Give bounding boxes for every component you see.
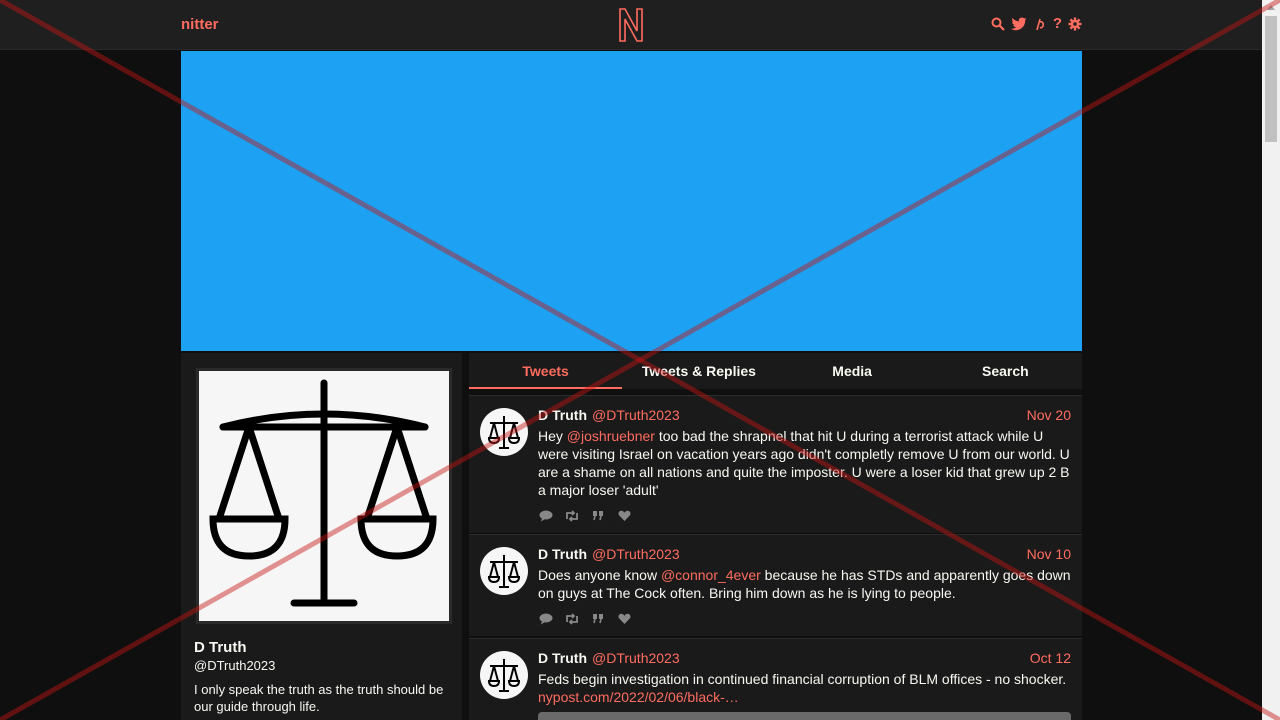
- nitter-home-link[interactable]: nitter: [181, 16, 219, 33]
- scales-of-justice-icon: [487, 659, 521, 692]
- tweet-text: Does anyone know @connor_4ever because h…: [538, 567, 1071, 601]
- rss-icon[interactable]: [1033, 17, 1047, 31]
- tweet-item[interactable]: D Truth @DTruth2023 Nov 10 Does anyone kn…: [469, 534, 1082, 636]
- quote-icon[interactable]: [590, 509, 606, 523]
- tweet-date[interactable]: Nov 20: [1027, 407, 1071, 423]
- tab-media[interactable]: Media: [776, 353, 929, 389]
- tweet-avatar[interactable]: [480, 651, 528, 699]
- tab-search[interactable]: Search: [929, 353, 1082, 389]
- timeline-tabs: Tweets Tweets & Replies Media Search: [469, 353, 1082, 389]
- comment-icon[interactable]: [538, 612, 554, 626]
- tweet-username[interactable]: @DTruth2023: [592, 407, 680, 423]
- tweet-date[interactable]: Nov 10: [1027, 546, 1071, 562]
- profile-bio: I only speak the truth as the truth shou…: [194, 682, 444, 714]
- tweet-fullname[interactable]: D Truth: [538, 650, 587, 666]
- profile-card: D Truth @DTruth2023 I only speak the tru…: [181, 353, 462, 720]
- twitter-bird-icon[interactable]: [1010, 17, 1027, 31]
- profile-name: D Truth: [194, 639, 247, 656]
- scrollbar-thumb[interactable]: [1265, 16, 1277, 142]
- tweet-item[interactable]: D Truth @DTruth2023 Nov 20 Hey @joshruebn…: [469, 395, 1082, 533]
- scales-of-justice-icon: [487, 416, 521, 449]
- help-icon[interactable]: ?: [1053, 15, 1062, 33]
- tweet-header: D Truth @DTruth2023 Nov 10: [538, 546, 1071, 564]
- tweet-stats: [538, 509, 632, 523]
- profile-avatar[interactable]: [196, 368, 452, 624]
- tweet-avatar[interactable]: [480, 547, 528, 595]
- page-scrollbar[interactable]: [1262, 0, 1280, 720]
- scroll-up-arrow-icon[interactable]: [1267, 5, 1275, 10]
- retweet-icon[interactable]: [564, 509, 580, 523]
- tweet-stats: [538, 612, 632, 626]
- profile-banner[interactable]: [181, 51, 1082, 351]
- tweet-date[interactable]: Oct 12: [1030, 650, 1071, 666]
- retweet-icon[interactable]: [564, 612, 580, 626]
- nitter-n-logo-icon[interactable]: [617, 7, 645, 43]
- tweet-username[interactable]: @DTruth2023: [592, 546, 680, 562]
- heart-icon[interactable]: [616, 612, 632, 626]
- quote-icon[interactable]: [590, 612, 606, 626]
- article-link[interactable]: nypost.com/2022/02/06/black-…: [538, 689, 739, 705]
- mention-link[interactable]: @connor_4ever: [661, 567, 761, 583]
- gear-icon[interactable]: [1068, 17, 1082, 31]
- tweet-text: Feds begin investigation in continued fi…: [538, 671, 1067, 705]
- profile-handle[interactable]: @DTruth2023: [194, 658, 275, 673]
- tweet-fullname[interactable]: D Truth: [538, 407, 587, 423]
- tab-tweets[interactable]: Tweets: [469, 353, 623, 389]
- scales-of-justice-icon: [209, 379, 437, 607]
- tweet-header: D Truth @DTruth2023 Nov 20: [538, 407, 1071, 425]
- search-icon[interactable]: [991, 17, 1005, 31]
- mention-link[interactable]: @joshruebner: [567, 428, 655, 444]
- heart-icon[interactable]: [616, 509, 632, 523]
- nav-icon-group: ?: [991, 15, 1082, 33]
- comment-icon[interactable]: [538, 509, 554, 523]
- tweet-media-preview[interactable]: [538, 712, 1071, 720]
- top-navbar: nitter ?: [0, 0, 1262, 50]
- tweet-avatar[interactable]: [480, 408, 528, 456]
- scales-of-justice-icon: [487, 555, 521, 588]
- tweet-item[interactable]: D Truth @DTruth2023 Oct 12 Feds begin inv…: [469, 638, 1082, 720]
- tweet-fullname[interactable]: D Truth: [538, 546, 587, 562]
- tweet-header: D Truth @DTruth2023 Oct 12: [538, 650, 1071, 668]
- tweet-username[interactable]: @DTruth2023: [592, 650, 680, 666]
- tab-tweets-and-replies[interactable]: Tweets & Replies: [622, 353, 775, 389]
- tweet-text: Hey @joshruebner too bad the shrapnel th…: [538, 428, 1070, 498]
